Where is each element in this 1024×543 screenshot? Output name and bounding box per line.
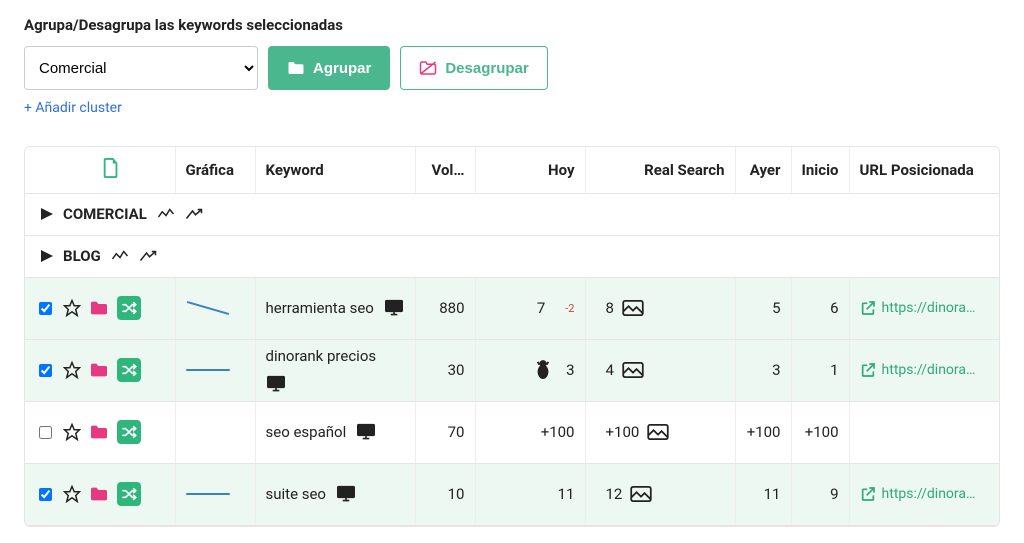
hoy-value: 3 — [566, 361, 574, 379]
keywords-table: Gráfica Keyword Vol… Hoy Real Search Aye… — [24, 146, 1000, 527]
external-link-icon[interactable] — [860, 362, 876, 378]
expand-arrow-icon[interactable] — [41, 208, 53, 220]
page-title: Agrupa/Desagrupa las keywords selecciona… — [24, 16, 1000, 34]
inicio-value: 9 — [791, 463, 849, 525]
image-icon — [622, 362, 644, 378]
monitor-icon — [336, 485, 356, 503]
hoy-value: 7 — [537, 299, 545, 317]
star-icon[interactable] — [63, 361, 81, 379]
desagrupar-button[interactable]: Desagrupar — [400, 46, 547, 90]
col-header-grafica[interactable]: Gráfica — [175, 147, 255, 193]
sparkline-icon — [186, 493, 230, 495]
ayer-value: +100 — [735, 401, 791, 463]
agrupar-button[interactable]: Agrupar — [268, 46, 390, 90]
inicio-value: 6 — [791, 277, 849, 339]
trend-icon[interactable] — [157, 207, 175, 221]
star-icon[interactable] — [63, 485, 81, 503]
col-header-actions — [25, 147, 175, 193]
folder-icon[interactable] — [89, 486, 109, 502]
vol-value: 880 — [415, 277, 475, 339]
folder-icon[interactable] — [89, 424, 109, 440]
col-header-keyword[interactable]: Keyword — [255, 147, 415, 193]
external-link-icon[interactable] — [860, 300, 876, 316]
hoy-value: 11 — [558, 485, 575, 503]
real-value: 8 — [606, 299, 614, 317]
table-row: suite seo 10 11 12 11 9 https://dinora… — [25, 463, 999, 525]
image-icon — [622, 300, 644, 316]
shuffle-icon[interactable] — [117, 420, 141, 444]
table-row: seo español 70 +100 +100 +100 +100 — [25, 401, 999, 463]
row-checkbox[interactable] — [39, 364, 52, 377]
real-value: 12 — [606, 485, 623, 503]
url-link[interactable]: https://dinora… — [882, 362, 976, 378]
col-header-volumen[interactable]: Vol… — [415, 147, 475, 193]
sparkline-icon — [186, 301, 229, 315]
col-header-inicio[interactable]: Inicio — [791, 147, 849, 193]
group-name[interactable]: BLOG — [63, 247, 101, 265]
shuffle-icon[interactable] — [117, 358, 141, 382]
vol-value: 70 — [415, 401, 475, 463]
expand-arrow-icon[interactable] — [41, 250, 53, 262]
inicio-value: 1 — [791, 339, 849, 401]
folder-icon — [287, 60, 305, 76]
url-link[interactable]: https://dinora… — [882, 486, 976, 502]
controls-row: Comercial Agrupar Desagrupar — [24, 46, 1000, 90]
monitor-icon — [356, 423, 376, 441]
external-link-icon[interactable] — [860, 486, 876, 502]
col-header-ayer[interactable]: Ayer — [735, 147, 791, 193]
ayer-value: 5 — [735, 277, 791, 339]
url-link[interactable]: https://dinora… — [882, 300, 976, 316]
ayer-value: 3 — [735, 339, 791, 401]
group-name[interactable]: COMERCIAL — [63, 205, 147, 223]
image-icon — [630, 486, 652, 502]
image-icon — [647, 424, 669, 440]
shuffle-icon[interactable] — [117, 482, 141, 506]
agrupar-label: Agrupar — [313, 60, 371, 77]
real-value: +100 — [606, 423, 640, 441]
folder-icon[interactable] — [89, 362, 109, 378]
trend-up-icon[interactable] — [185, 207, 203, 221]
desagrupar-label: Desagrupar — [445, 60, 528, 77]
vol-value: 30 — [415, 339, 475, 401]
delta-value: -2 — [565, 302, 574, 315]
row-checkbox[interactable] — [39, 302, 52, 315]
keyword-text[interactable]: suite seo — [266, 485, 327, 503]
shuffle-icon[interactable] — [117, 296, 141, 320]
monitor-icon — [384, 299, 404, 317]
star-icon[interactable] — [63, 299, 81, 317]
cluster-select[interactable]: Comercial — [24, 46, 258, 90]
add-cluster-link[interactable]: + Añadir cluster — [24, 100, 1000, 116]
keyword-text[interactable]: dinorank precios — [266, 347, 377, 365]
star-icon[interactable] — [63, 423, 81, 441]
col-header-realsearch[interactable]: Real Search — [585, 147, 735, 193]
folder-off-icon — [419, 60, 437, 76]
hoy-value: +100 — [541, 423, 575, 441]
row-checkbox[interactable] — [39, 426, 52, 439]
document-icon[interactable] — [102, 158, 120, 178]
row-checkbox[interactable] — [39, 488, 52, 501]
real-value: 4 — [606, 361, 614, 379]
ayer-value: 11 — [735, 463, 791, 525]
table-row: herramienta seo 880 7 -2 8 5 6 https://di… — [25, 277, 999, 339]
sparkline-icon — [186, 369, 230, 371]
col-header-hoy[interactable]: Hoy — [475, 147, 585, 193]
col-header-url[interactable]: URL Posicionada — [849, 147, 999, 193]
inicio-value: +100 — [791, 401, 849, 463]
trend-up-icon[interactable] — [139, 249, 157, 263]
keyword-text[interactable]: herramienta seo — [266, 299, 374, 317]
folder-icon[interactable] — [89, 300, 109, 316]
creature-icon — [534, 359, 552, 381]
table-row: dinorank precios 30 3 4 3 1 https://dino… — [25, 339, 999, 401]
keyword-text[interactable]: seo español — [266, 423, 347, 441]
trend-icon[interactable] — [111, 249, 129, 263]
monitor-icon — [266, 375, 286, 393]
vol-value: 10 — [415, 463, 475, 525]
